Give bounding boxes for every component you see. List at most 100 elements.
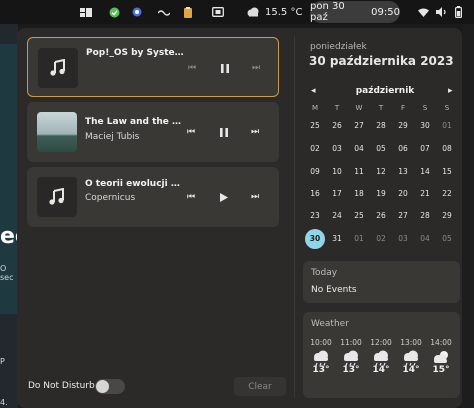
battery-icon[interactable] (455, 0, 462, 24)
clipboard-icon[interactable] (184, 0, 192, 24)
forecast-item: 14:00 15° (428, 338, 454, 375)
previous-track-icon[interactable]: ⏮ (183, 189, 199, 205)
volume-icon[interactable] (436, 0, 448, 24)
weather-indicator[interactable]: 15.5 °C (246, 0, 302, 24)
tracker-icon[interactable] (132, 0, 142, 24)
forecast-item: 11:00 13° (338, 338, 364, 375)
panel-divider (294, 36, 295, 398)
background-window-right (462, 24, 474, 408)
full-date-label: 30 października 2023 (309, 54, 454, 68)
pause-icon[interactable] (216, 124, 232, 140)
media-notification[interactable]: O teorii ewolucji ni... Copernicus ⏮ ⏭ (27, 167, 279, 227)
weekday-header: F (400, 104, 406, 112)
calendar-day[interactable]: 10 (327, 162, 347, 182)
next-month-button[interactable]: ▸ (448, 86, 453, 96)
previous-month-button[interactable]: ◂ (311, 86, 316, 96)
calendar-day[interactable]: 04 (415, 229, 435, 249)
forecast-item: 13:00 14° (398, 338, 424, 375)
calendar-day[interactable]: 25 (349, 206, 369, 226)
calendar-month-label: październik (355, 86, 415, 96)
previous-track-icon[interactable]: ⏮ (184, 60, 200, 76)
calendar-day[interactable]: 18 (349, 184, 369, 204)
wave-icon[interactable] (158, 0, 170, 24)
previous-track-icon[interactable]: ⏮ (183, 124, 199, 140)
cloud-icon (247, 7, 259, 17)
calendar-day[interactable]: 26 (327, 116, 347, 136)
calendar-day[interactable]: 16 (305, 184, 325, 204)
calendar-day[interactable]: 01 (437, 116, 457, 136)
calendar-day[interactable]: 01 (349, 229, 369, 249)
calendar-day[interactable]: 23 (305, 206, 325, 226)
calendar-day[interactable]: 03 (393, 229, 413, 249)
calendar-day[interactable]: 14 (415, 162, 435, 182)
calendar-day[interactable]: 28 (371, 116, 391, 136)
screen-capture-icon[interactable] (212, 0, 224, 24)
calendar-day[interactable]: 13 (393, 162, 413, 182)
rain-cloud-icon (341, 350, 361, 370)
background-text: 4. (0, 398, 8, 407)
weekday-label: poniedziałek (310, 42, 367, 52)
calendar-day[interactable]: 17 (327, 184, 347, 204)
media-notification[interactable]: Pop!_OS by Syste... ⏮ ⏭ (27, 37, 279, 97)
calendar-day[interactable]: 29 (437, 206, 457, 226)
background-text: P (0, 357, 5, 366)
calendar-day[interactable]: 09 (305, 162, 325, 182)
weekday-header: W (355, 104, 363, 112)
events-section[interactable]: Today No Events (303, 261, 460, 303)
weather-header: Weather (311, 319, 349, 329)
do-not-disturb-toggle[interactable] (95, 379, 125, 394)
calendar-day[interactable]: 07 (415, 139, 435, 159)
forecast-item: 10:00 13° (308, 338, 334, 375)
background-window: ec O sec P 4. (0, 24, 28, 408)
calendar-day[interactable]: 30 (415, 116, 435, 136)
window-tiling-icon[interactable] (80, 0, 92, 24)
calendar-day[interactable]: 05 (371, 139, 391, 159)
calendar-day[interactable]: 12 (371, 162, 391, 182)
calendar-day[interactable]: 28 (415, 206, 435, 226)
background-text: O sec (0, 264, 14, 282)
calendar-day[interactable]: 24 (327, 206, 347, 226)
music-note-icon (37, 177, 77, 217)
calendar-day[interactable]: 15 (437, 162, 457, 182)
calendar-day[interactable]: 22 (437, 184, 457, 204)
album-cover-image (37, 112, 77, 152)
play-icon[interactable] (216, 189, 232, 205)
next-track-icon[interactable]: ⏭ (247, 124, 263, 140)
media-title: O teorii ewolucji ni... (85, 179, 183, 189)
clear-button[interactable]: Clear (234, 377, 286, 396)
next-track-icon[interactable]: ⏭ (247, 189, 263, 205)
calendar-day[interactable]: 02 (305, 139, 325, 159)
calendar-day[interactable]: 20 (393, 184, 413, 204)
update-status-icon[interactable] (109, 0, 120, 24)
wifi-icon[interactable] (418, 0, 429, 24)
rain-cloud-icon (371, 350, 391, 370)
calendar-day[interactable]: 29 (393, 116, 413, 136)
forecast-time: 11:00 (340, 338, 362, 347)
calendar-day[interactable]: 03 (327, 139, 347, 159)
media-notification[interactable]: The Law and the Fist ... Maciej Tubis ⏮ … (27, 102, 279, 162)
media-title: The Law and the Fist ... (85, 117, 183, 127)
pause-icon[interactable] (217, 60, 233, 76)
calendar-day[interactable]: 27 (393, 206, 413, 226)
calendar-day-today[interactable]: 30 (305, 229, 325, 249)
calendar-day[interactable]: 21 (415, 184, 435, 204)
calendar-day[interactable]: 25 (305, 116, 325, 136)
events-header: Today (311, 268, 338, 278)
next-track-icon[interactable]: ⏭ (248, 60, 264, 76)
calendar-day[interactable]: 26 (371, 206, 391, 226)
media-artist: Copernicus (85, 193, 136, 203)
calendar-day[interactable]: 04 (349, 139, 369, 159)
date-time-button[interactable]: pon 30 paź 09:50 (310, 1, 400, 23)
forecast-time: 12:00 (370, 338, 392, 347)
calendar-day[interactable]: 27 (349, 116, 369, 136)
calendar-day[interactable]: 05 (437, 229, 457, 249)
calendar-day[interactable]: 19 (371, 184, 391, 204)
toggle-knob (96, 380, 109, 393)
calendar-day[interactable]: 08 (437, 139, 457, 159)
calendar-day[interactable]: 31 (327, 229, 347, 249)
partly-cloudy-icon (431, 350, 451, 370)
calendar-day[interactable]: 02 (371, 229, 391, 249)
calendar-day[interactable]: 11 (349, 162, 369, 182)
time-label: 09:50 (371, 6, 400, 18)
calendar-day[interactable]: 06 (393, 139, 413, 159)
